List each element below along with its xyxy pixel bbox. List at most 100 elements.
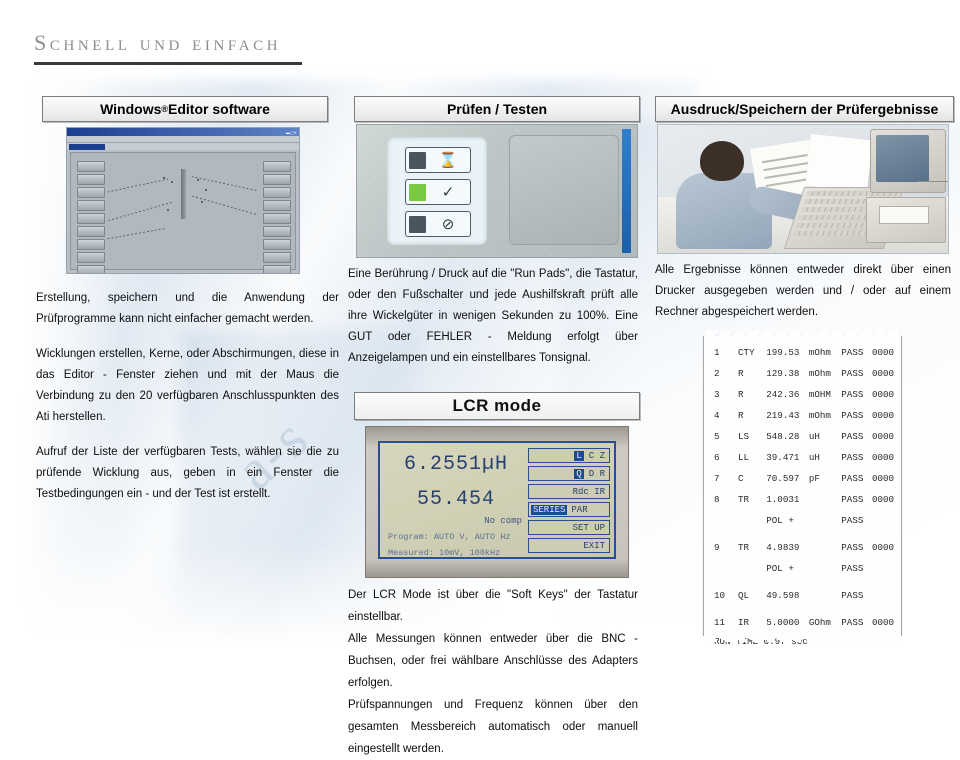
table-cell: PASS [841,431,864,442]
pass-lamp: ✓ [405,179,471,205]
lcz-key[interactable]: L C Z [528,448,610,463]
table-cell: 5 [714,431,720,442]
table-cell: 2 [714,368,720,379]
table-cell: 1 [714,347,720,358]
lcr-paragraph-1: Der LCR Mode ist über die "Soft Keys" de… [348,589,638,623]
operator-at-computer-with-printer-photo [657,124,949,254]
table-cell: PASS [841,389,864,400]
lcr-description-text: Der LCR Mode ist über die "Soft Keys" de… [348,584,638,760]
table-cell: 7 [714,473,720,484]
table-cell: 49.598 [766,590,800,601]
setup-key[interactable]: SET UP [528,520,610,535]
table-row: 10 QL 49.598 PASS [704,590,901,617]
table-cell: 39.471 [766,452,800,463]
table-cell: 70.597 [766,473,800,484]
page-header: Schnell und einfach [34,30,302,65]
table-cell: PASS [841,347,864,358]
table-row: 8 TR 1.0031 PASS 0000 [704,494,901,515]
table-cell: uH [808,452,820,463]
lcr-paragraph-2: Alle Messungen können entweder über die … [348,633,638,689]
table-cell [809,590,841,617]
table-cell: PASS [841,473,864,484]
table-cell [872,590,901,617]
table-cell [872,563,901,590]
table-cell: TR [738,542,750,553]
lcr-measured-line: Measured: 10mV, 100kHz [388,548,501,558]
table-cell [809,563,841,590]
table-cell: PASS [841,563,864,574]
table-cell [809,542,841,563]
table-cell: PASS [841,494,864,505]
tester-status-lamps-photo: ⌛ ✓ ⊘ [356,124,638,258]
table-cell: 0000 [872,494,895,505]
table-cell [738,563,766,590]
table-row: 5 LS 548.28 uH PASS 0000 [704,431,901,452]
table-cell: 0000 [872,347,895,358]
panel-title-print-label: Ausdruck/Speichern der Prüfergebnisse [670,101,939,117]
table-cell: POL + [766,515,794,526]
table-cell [872,515,901,542]
print-description-text: Alle Ergebnisse können entweder direkt ü… [655,260,951,323]
table-cell: 129.38 [766,368,800,379]
table-cell: PASS [841,368,864,379]
table-row: 3 R 242.36 mOHM PASS 0000 [704,389,901,410]
lcr-paragraph-3: Prüfspannungen und Frequenz können über … [348,699,638,755]
editor-tabrow [67,143,299,150]
table-cell: R [738,368,744,379]
table-cell: PASS [841,452,864,463]
panel-title-print: Ausdruck/Speichern der Prüfergebnisse [655,96,954,122]
hourglass-icon: ⌛ [438,151,458,169]
table-cell: R [738,389,744,400]
table-cell [738,515,766,542]
table-cell: 0000 [872,389,895,400]
no-entry-icon: ⊘ [441,215,455,233]
editor-paragraph-3: Aufruf der Liste der verfügbaren Tests, … [36,446,339,500]
panel-title-test: Prüfen / Testen [354,96,640,122]
exit-key[interactable]: EXIT [528,538,610,553]
editor-paragraph-1: Erstellung, speichern und die Anwendung … [36,292,339,325]
table-cell: 6 [714,452,720,463]
series-par-key[interactable]: SERIES PAR [528,502,610,517]
rdcir-key[interactable]: Rdc IR [528,484,610,499]
table-cell: 0000 [872,410,895,421]
table-cell: 4 [714,410,720,421]
header-rule [34,62,302,65]
table-row: 1 CTY 199.53 mOhm PASS 0000 [704,347,901,368]
qdr-key[interactable]: Q D R [528,466,610,481]
table-cell: mOhm [808,368,831,379]
table-row: 7 C 70.597 pF PASS 0000 [704,473,901,494]
table-cell: 4.9839 [766,542,800,553]
lcr-instrument-photo: 6.2551µH 55.454 No comp Program: AUTO V,… [365,426,629,578]
table-cell: 10 [714,590,726,601]
table-cell: PASS [841,542,864,553]
table-cell: CTY [738,347,755,358]
table-row: POL + PASS [704,515,901,542]
editor-menubar [67,136,299,143]
table-cell: LS [738,431,750,442]
table-cell: 548.28 [766,431,800,442]
table-cell: 1.0031 [766,494,800,505]
busy-lamp: ⌛ [405,147,471,173]
table-cell: mOhm [808,410,831,421]
printout-perforation-bottom [704,635,901,642]
table-row: 4 R 219.43 mOhm PASS 0000 [704,410,901,431]
table-cell: 0000 [872,473,895,484]
status-lamp-panel: ⌛ ✓ ⊘ [387,137,487,245]
panel-title-lcr-mode: LCR mode [354,392,640,420]
editor-window-controls: ▬▢✕ [285,129,297,135]
lcr-secondary-value: 55.454 [416,488,495,511]
table-row: 9 TR 4.9839 PASS 0000 [704,542,901,563]
printout-perforation-top [704,330,901,337]
table-cell: PASS [841,410,864,421]
page-title: Schnell und einfach [34,30,282,55]
table-cell: 0000 [872,452,895,463]
table-cell: 0000 [872,542,895,553]
test-results-table: 1 CTY 199.53 mOhm PASS 0000 2 R 129.38 mOhm PASS 00… [704,347,901,638]
table-cell: uH [808,431,820,442]
registered-trademark-icon: ® [161,104,169,114]
lcr-primary-value: 6.2551µH [403,453,508,476]
table-cell: 9 [714,542,720,553]
table-cell: PASS [841,515,864,526]
table-cell: PASS [841,590,864,601]
test-results-printout: 1 CTY 199.53 mOhm PASS 0000 2 R 129.38 mOhm PASS 00… [703,330,902,647]
